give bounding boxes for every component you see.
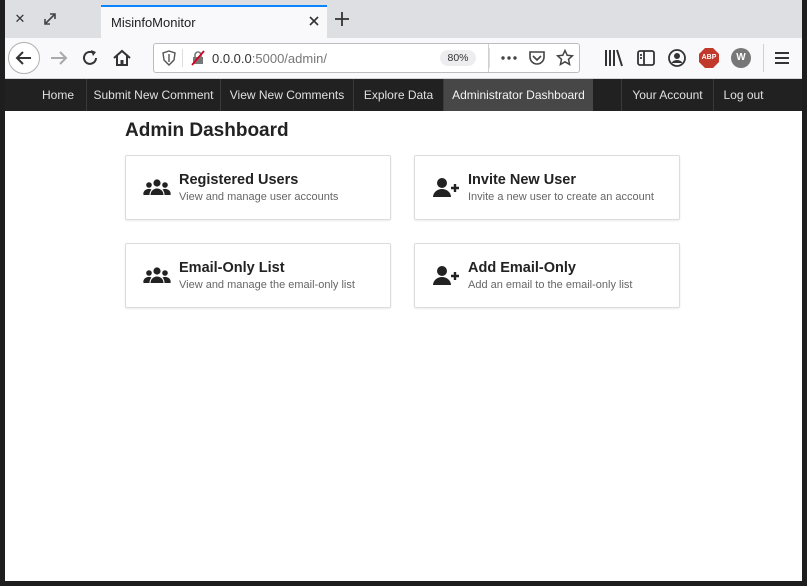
pocket-icon[interactable] [528, 49, 546, 67]
nav-explore-data[interactable]: Explore Data [353, 79, 443, 111]
page-title: Admin Dashboard [125, 120, 289, 141]
card-title: Add Email-Only [468, 260, 576, 276]
adblock-label: ABP [701, 54, 717, 61]
bookmark-star-icon[interactable] [556, 49, 574, 67]
toolbar-separator [488, 44, 489, 72]
zoom-indicator[interactable]: 80% [440, 50, 476, 66]
card-registered-users[interactable]: Registered Users View and manage user ac… [125, 155, 391, 220]
site-nav: Home Submit New Comment View New Comment… [5, 79, 802, 111]
nav-submit-new-comment[interactable]: Submit New Comment [86, 79, 220, 111]
user-plus-icon [433, 178, 459, 197]
url-text[interactable]: 0.0.0.0:5000/admin/ [212, 51, 327, 66]
insecure-lock-icon[interactable] [190, 50, 206, 66]
home-icon[interactable] [110, 46, 134, 70]
url-separator [182, 49, 183, 67]
page-actions-icon[interactable] [500, 51, 518, 65]
url-bar[interactable]: 0.0.0.0:5000/admin/ 80% [153, 43, 580, 73]
card-description: Add an email to the email-only list [468, 279, 633, 291]
tab-close-icon[interactable] [307, 14, 321, 28]
back-button[interactable] [8, 42, 40, 74]
browser-window: ✕ MisinfoMonitor 0.0.0.0:5000/admin/ 80%… [5, 0, 802, 581]
toolbar-separator-2 [763, 44, 764, 72]
nav-log-out[interactable]: Log out [713, 79, 773, 111]
close-window-icon[interactable]: ✕ [11, 10, 29, 28]
sidebar-icon[interactable] [634, 46, 658, 70]
nav-home[interactable]: Home [33, 79, 83, 111]
tab-title: MisinfoMonitor [111, 15, 196, 30]
card-description: View and manage user accounts [179, 191, 339, 203]
card-invite-new-user[interactable]: Invite New User Invite a new user to cre… [414, 155, 680, 220]
user-plus-icon [433, 266, 459, 285]
card-title: Registered Users [179, 172, 299, 188]
users-icon [143, 267, 171, 283]
new-tab-icon[interactable] [333, 10, 351, 28]
card-title: Invite New User [468, 172, 576, 188]
url-path: :5000/admin/ [251, 51, 327, 66]
maximize-icon[interactable] [41, 10, 59, 28]
card-description: View and manage the email-only list [179, 279, 355, 291]
card-description: Invite a new user to create an account [468, 191, 654, 203]
account-icon[interactable] [665, 46, 689, 70]
forward-arrow-icon[interactable] [47, 46, 71, 70]
url-divider [489, 48, 490, 68]
url-host: 0.0.0.0 [212, 51, 252, 66]
users-icon [143, 179, 171, 195]
hamburger-menu-icon[interactable] [770, 46, 794, 70]
tab-active[interactable]: MisinfoMonitor [101, 5, 327, 39]
library-icon[interactable] [602, 46, 626, 70]
card-title: Email-Only List [179, 260, 285, 276]
extension-w-icon[interactable]: W [729, 46, 753, 70]
card-add-email-only[interactable]: Add Email-Only Add an email to the email… [414, 243, 680, 308]
extension-w-label: W [736, 52, 746, 63]
nav-your-account[interactable]: Your Account [621, 79, 713, 111]
adblock-icon[interactable]: ABP [697, 46, 721, 70]
tab-strip: ✕ MisinfoMonitor [5, 0, 802, 39]
shield-icon[interactable] [162, 50, 176, 66]
reload-icon[interactable] [78, 46, 102, 70]
nav-administrator-dashboard[interactable]: Administrator Dashboard [443, 79, 593, 111]
card-email-only-list[interactable]: Email-Only List View and manage the emai… [125, 243, 391, 308]
back-arrow-icon [15, 51, 31, 65]
nav-view-new-comments[interactable]: View New Comments [220, 79, 353, 111]
nav-toolbar: 0.0.0.0:5000/admin/ 80% ABP W [5, 38, 802, 79]
